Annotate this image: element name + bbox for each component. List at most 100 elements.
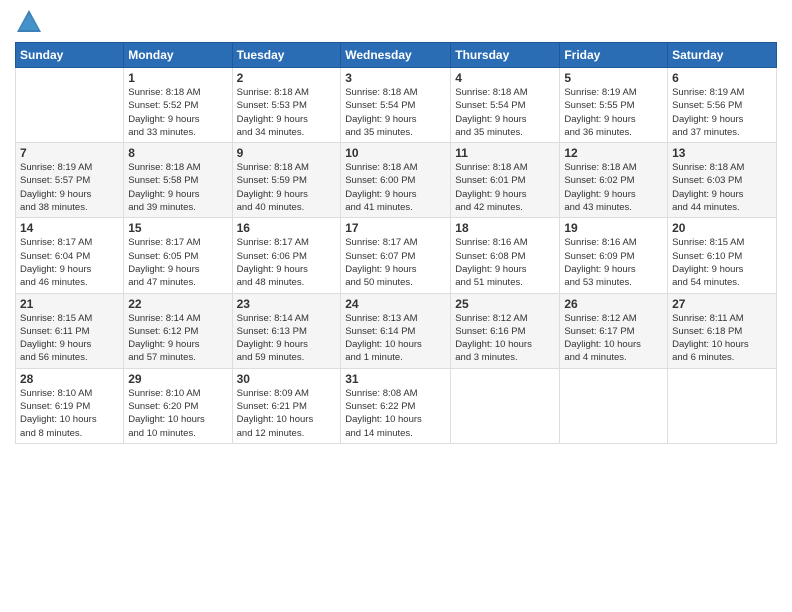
day-number: 11 [455,146,555,160]
day-info: Sunrise: 8:19 AM Sunset: 5:55 PM Dayligh… [564,86,663,139]
day-number: 9 [237,146,337,160]
calendar-cell: 1Sunrise: 8:18 AM Sunset: 5:52 PM Daylig… [124,68,232,143]
calendar-week-row: 28Sunrise: 8:10 AM Sunset: 6:19 PM Dayli… [16,368,777,443]
day-info: Sunrise: 8:17 AM Sunset: 6:07 PM Dayligh… [345,236,446,289]
calendar-cell: 19Sunrise: 8:16 AM Sunset: 6:09 PM Dayli… [560,218,668,293]
day-info: Sunrise: 8:18 AM Sunset: 6:02 PM Dayligh… [564,161,663,214]
day-number: 17 [345,221,446,235]
day-number: 30 [237,372,337,386]
day-info: Sunrise: 8:18 AM Sunset: 5:52 PM Dayligh… [128,86,227,139]
weekday-header-thursday: Thursday [451,43,560,68]
day-info: Sunrise: 8:17 AM Sunset: 6:05 PM Dayligh… [128,236,227,289]
calendar-week-row: 1Sunrise: 8:18 AM Sunset: 5:52 PM Daylig… [16,68,777,143]
page: SundayMondayTuesdayWednesdayThursdayFrid… [0,0,792,612]
day-number: 24 [345,297,446,311]
calendar-cell: 29Sunrise: 8:10 AM Sunset: 6:20 PM Dayli… [124,368,232,443]
day-number: 14 [20,221,119,235]
day-number: 27 [672,297,772,311]
calendar-cell: 28Sunrise: 8:10 AM Sunset: 6:19 PM Dayli… [16,368,124,443]
day-number: 16 [237,221,337,235]
day-info: Sunrise: 8:14 AM Sunset: 6:12 PM Dayligh… [128,312,227,365]
calendar-cell: 13Sunrise: 8:18 AM Sunset: 6:03 PM Dayli… [668,143,777,218]
calendar-week-row: 21Sunrise: 8:15 AM Sunset: 6:11 PM Dayli… [16,293,777,368]
day-number: 25 [455,297,555,311]
calendar-cell: 27Sunrise: 8:11 AM Sunset: 6:18 PM Dayli… [668,293,777,368]
day-number: 4 [455,71,555,85]
day-number: 26 [564,297,663,311]
day-info: Sunrise: 8:17 AM Sunset: 6:06 PM Dayligh… [237,236,337,289]
day-number: 10 [345,146,446,160]
calendar-cell [668,368,777,443]
day-info: Sunrise: 8:18 AM Sunset: 6:00 PM Dayligh… [345,161,446,214]
calendar-week-row: 7Sunrise: 8:19 AM Sunset: 5:57 PM Daylig… [16,143,777,218]
day-number: 3 [345,71,446,85]
weekday-header-wednesday: Wednesday [341,43,451,68]
day-number: 2 [237,71,337,85]
calendar-cell: 11Sunrise: 8:18 AM Sunset: 6:01 PM Dayli… [451,143,560,218]
calendar-cell: 4Sunrise: 8:18 AM Sunset: 5:54 PM Daylig… [451,68,560,143]
day-number: 7 [20,146,119,160]
day-info: Sunrise: 8:16 AM Sunset: 6:08 PM Dayligh… [455,236,555,289]
calendar-cell: 23Sunrise: 8:14 AM Sunset: 6:13 PM Dayli… [232,293,341,368]
day-info: Sunrise: 8:15 AM Sunset: 6:10 PM Dayligh… [672,236,772,289]
day-info: Sunrise: 8:08 AM Sunset: 6:22 PM Dayligh… [345,387,446,440]
calendar-cell: 6Sunrise: 8:19 AM Sunset: 5:56 PM Daylig… [668,68,777,143]
weekday-header-row: SundayMondayTuesdayWednesdayThursdayFrid… [16,43,777,68]
weekday-header-saturday: Saturday [668,43,777,68]
calendar-cell: 22Sunrise: 8:14 AM Sunset: 6:12 PM Dayli… [124,293,232,368]
day-info: Sunrise: 8:15 AM Sunset: 6:11 PM Dayligh… [20,312,119,365]
day-info: Sunrise: 8:10 AM Sunset: 6:19 PM Dayligh… [20,387,119,440]
weekday-header-friday: Friday [560,43,668,68]
calendar-cell: 20Sunrise: 8:15 AM Sunset: 6:10 PM Dayli… [668,218,777,293]
calendar-cell [451,368,560,443]
calendar-cell: 16Sunrise: 8:17 AM Sunset: 6:06 PM Dayli… [232,218,341,293]
day-number: 22 [128,297,227,311]
calendar-cell: 18Sunrise: 8:16 AM Sunset: 6:08 PM Dayli… [451,218,560,293]
day-number: 6 [672,71,772,85]
calendar-cell: 31Sunrise: 8:08 AM Sunset: 6:22 PM Dayli… [341,368,451,443]
day-number: 23 [237,297,337,311]
day-number: 20 [672,221,772,235]
weekday-header-monday: Monday [124,43,232,68]
day-number: 28 [20,372,119,386]
day-number: 29 [128,372,227,386]
day-info: Sunrise: 8:12 AM Sunset: 6:16 PM Dayligh… [455,312,555,365]
day-info: Sunrise: 8:18 AM Sunset: 5:58 PM Dayligh… [128,161,227,214]
calendar-cell: 12Sunrise: 8:18 AM Sunset: 6:02 PM Dayli… [560,143,668,218]
day-info: Sunrise: 8:16 AM Sunset: 6:09 PM Dayligh… [564,236,663,289]
calendar-cell: 10Sunrise: 8:18 AM Sunset: 6:00 PM Dayli… [341,143,451,218]
day-number: 5 [564,71,663,85]
day-number: 13 [672,146,772,160]
calendar-cell: 2Sunrise: 8:18 AM Sunset: 5:53 PM Daylig… [232,68,341,143]
header [15,10,777,36]
day-info: Sunrise: 8:09 AM Sunset: 6:21 PM Dayligh… [237,387,337,440]
logo-icon [15,8,43,36]
calendar-cell: 24Sunrise: 8:13 AM Sunset: 6:14 PM Dayli… [341,293,451,368]
day-number: 18 [455,221,555,235]
calendar-table: SundayMondayTuesdayWednesdayThursdayFrid… [15,42,777,444]
day-info: Sunrise: 8:19 AM Sunset: 5:56 PM Dayligh… [672,86,772,139]
logo [15,10,45,36]
weekday-header-tuesday: Tuesday [232,43,341,68]
calendar-cell: 8Sunrise: 8:18 AM Sunset: 5:58 PM Daylig… [124,143,232,218]
calendar-cell: 30Sunrise: 8:09 AM Sunset: 6:21 PM Dayli… [232,368,341,443]
day-info: Sunrise: 8:18 AM Sunset: 6:01 PM Dayligh… [455,161,555,214]
calendar-cell: 7Sunrise: 8:19 AM Sunset: 5:57 PM Daylig… [16,143,124,218]
calendar-cell: 25Sunrise: 8:12 AM Sunset: 6:16 PM Dayli… [451,293,560,368]
day-number: 1 [128,71,227,85]
day-number: 31 [345,372,446,386]
calendar-cell: 14Sunrise: 8:17 AM Sunset: 6:04 PM Dayli… [16,218,124,293]
day-number: 8 [128,146,227,160]
day-info: Sunrise: 8:18 AM Sunset: 5:59 PM Dayligh… [237,161,337,214]
calendar-cell [16,68,124,143]
calendar-cell: 15Sunrise: 8:17 AM Sunset: 6:05 PM Dayli… [124,218,232,293]
day-info: Sunrise: 8:18 AM Sunset: 5:53 PM Dayligh… [237,86,337,139]
day-info: Sunrise: 8:10 AM Sunset: 6:20 PM Dayligh… [128,387,227,440]
calendar-cell: 9Sunrise: 8:18 AM Sunset: 5:59 PM Daylig… [232,143,341,218]
calendar-cell [560,368,668,443]
day-number: 21 [20,297,119,311]
calendar-week-row: 14Sunrise: 8:17 AM Sunset: 6:04 PM Dayli… [16,218,777,293]
day-info: Sunrise: 8:17 AM Sunset: 6:04 PM Dayligh… [20,236,119,289]
day-info: Sunrise: 8:12 AM Sunset: 6:17 PM Dayligh… [564,312,663,365]
day-info: Sunrise: 8:18 AM Sunset: 5:54 PM Dayligh… [455,86,555,139]
